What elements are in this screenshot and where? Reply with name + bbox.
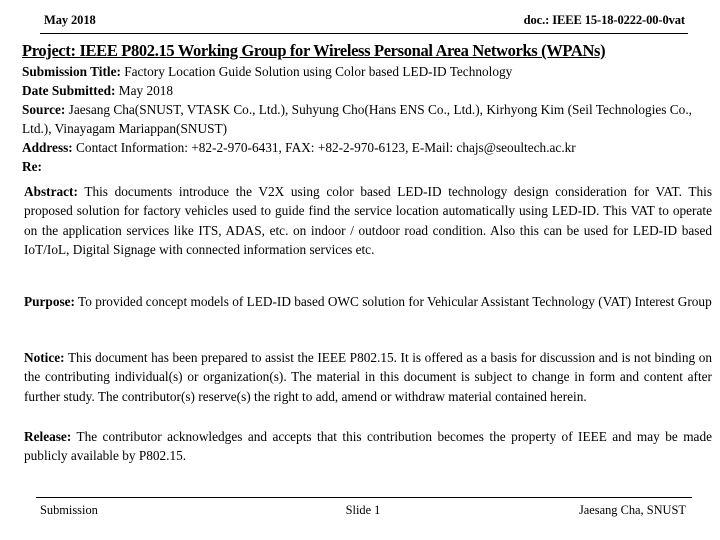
release-paragraph: Release: The contributor acknowledges an…	[24, 427, 712, 466]
address-label: Address:	[22, 140, 73, 156]
address-line: Address: Contact Information: +82-2-970-…	[22, 138, 714, 157]
page-title: Project: IEEE P802.15 Working Group for …	[22, 41, 606, 60]
submission-title-label: Submission Title:	[22, 64, 121, 79]
address-value: Contact Information: +82-2-970-6431, FAX…	[72, 140, 576, 156]
notice-paragraph: Notice: This document has been prepared …	[24, 348, 712, 406]
slide-footer: Submission Slide 1 Jaesang Cha, SNUST	[36, 503, 692, 518]
release-label: Release:	[24, 429, 72, 444]
purpose-label: Purpose:	[24, 294, 75, 309]
date-submitted-value: May 2018	[115, 83, 174, 99]
abstract-label: Abstract:	[24, 184, 78, 199]
header-doc-id: doc.: IEEE 15-18-0222-00-0vat	[523, 13, 685, 27]
notice-text: This document has been prepared to assis…	[24, 350, 712, 404]
header-divider	[40, 33, 688, 34]
abstract-text: This documents introduce the V2X using c…	[24, 184, 712, 257]
date-submitted-label: Date Submitted:	[22, 83, 116, 99]
submission-title-line: Submission Title: Factory Location Guide…	[22, 62, 714, 81]
purpose-text: To provided concept models of LED-ID bas…	[74, 294, 712, 309]
footer-author: Jaesang Cha, SNUST	[578, 503, 686, 517]
source-line: Source: Jaesang Cha(SNUST, VTASK Co., Lt…	[22, 100, 714, 138]
submission-title-value: Factory Location Guide Solution using Co…	[120, 64, 513, 79]
footer-slide-number: Slide 1	[345, 503, 381, 517]
slide-header: May 2018 doc.: IEEE 15-18-0222-00-0vat	[0, 13, 720, 39]
footer-submission-label: Submission	[40, 503, 98, 517]
re-line: Re:	[22, 157, 714, 176]
release-text: The contributor acknowledges and accepts…	[24, 429, 712, 464]
abstract-paragraph: Abstract: This documents introduce the V…	[24, 182, 712, 259]
source-label: Source:	[22, 102, 66, 118]
footer-divider	[36, 497, 692, 498]
slide-page: May 2018 doc.: IEEE 15-18-0222-00-0vat P…	[0, 0, 720, 540]
source-value: Jaesang Cha(SNUST, VTASK Co., Ltd.), Suh…	[22, 102, 692, 137]
notice-label: Notice:	[24, 350, 65, 365]
date-submitted-line: Date Submitted: May 2018	[22, 81, 714, 100]
re-label: Re:	[22, 159, 42, 175]
header-date: May 2018	[44, 13, 96, 27]
purpose-paragraph: Purpose: To provided concept models of L…	[24, 292, 712, 311]
submission-metadata: Submission Title: Factory Location Guide…	[22, 62, 714, 177]
